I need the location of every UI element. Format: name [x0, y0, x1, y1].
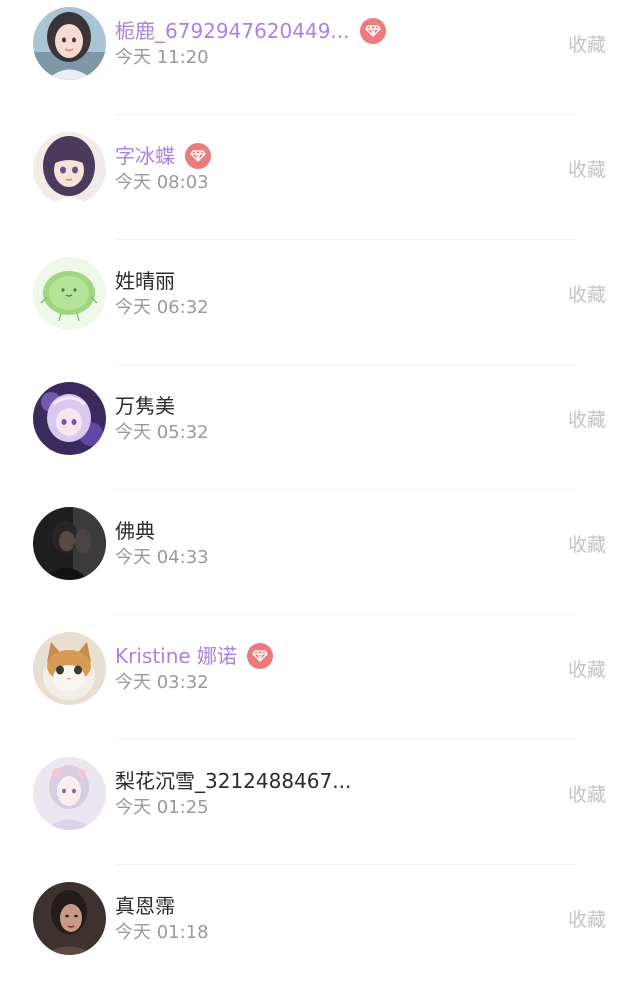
vip-diamond-icon [359, 18, 386, 44]
timestamp: 今天 08:03 [115, 172, 209, 193]
portrait-photo-avatar-icon [33, 882, 106, 955]
timestamp: 今天 03:32 [115, 672, 209, 693]
list-item[interactable]: 真恩霈 今天 01:18 收藏 [0, 875, 640, 1000]
divider [115, 239, 576, 240]
timestamp: 今天 01:18 [115, 922, 209, 943]
user-name[interactable]: 梨花沉雪_3212488467... [115, 767, 351, 795]
favorite-button[interactable]: 收藏 [568, 907, 606, 933]
list-item[interactable]: Kristine 娜诺 今天 03:32 收藏 [0, 625, 640, 750]
avatar[interactable] [33, 382, 106, 455]
divider [115, 739, 576, 740]
name-line: 字冰蝶 [115, 141, 211, 171]
purple-anime-avatar-icon [33, 382, 106, 455]
ancient-style-girl-avatar-icon [33, 757, 106, 830]
user-name[interactable]: Kristine 娜诺 [115, 642, 237, 670]
name-line: 真恩霈 [115, 891, 175, 921]
favorite-button[interactable]: 收藏 [568, 157, 606, 183]
divider [115, 489, 576, 490]
user-name[interactable]: 佛典 [115, 517, 155, 545]
avatar[interactable] [33, 132, 106, 205]
user-name[interactable]: 万隽美 [115, 392, 175, 420]
timestamp: 今天 11:20 [115, 47, 209, 68]
avatar[interactable] [33, 507, 106, 580]
timestamp: 今天 01:25 [115, 797, 209, 818]
avatar[interactable] [33, 257, 106, 330]
name-line: 万隽美 [115, 391, 175, 421]
name-line: 栀鹿_6792947620449... [115, 16, 386, 46]
favorite-button[interactable]: 收藏 [568, 282, 606, 308]
list-item[interactable]: 栀鹿_6792947620449... 今天 11:20 收藏 [0, 0, 640, 125]
anime-girl-avatar-icon [33, 7, 106, 80]
user-name[interactable]: 姓晴丽 [115, 267, 175, 295]
dark-photo-avatar-icon [33, 507, 106, 580]
name-line: 梨花沉雪_3212488467... [115, 766, 351, 796]
list-item[interactable]: 字冰蝶 今天 08:03 收藏 [0, 125, 640, 250]
name-line: Kristine 娜诺 [115, 641, 274, 671]
divider [115, 114, 576, 115]
list-item[interactable]: 梨花沉雪_3212488467... 今天 01:25 收藏 [0, 750, 640, 875]
avatar[interactable] [33, 7, 106, 80]
vip-diamond-icon [247, 643, 274, 669]
favorite-button[interactable]: 收藏 [568, 532, 606, 558]
list-item[interactable]: 佛典 今天 04:33 收藏 [0, 500, 640, 625]
user-name[interactable]: 字冰蝶 [115, 142, 175, 170]
list-item[interactable]: 万隽美 今天 05:32 收藏 [0, 375, 640, 500]
green-blob-avatar-icon [33, 257, 106, 330]
divider [115, 614, 576, 615]
favorite-button[interactable]: 收藏 [568, 782, 606, 808]
user-list: 栀鹿_6792947620449... 今天 11:20 收藏 字冰蝶 今天 0… [0, 0, 640, 966]
name-line: 佛典 [115, 516, 155, 546]
anime-girl-purple-hair-avatar-icon [33, 132, 106, 205]
user-name[interactable]: 真恩霈 [115, 892, 175, 920]
timestamp: 今天 04:33 [115, 547, 209, 568]
avatar[interactable] [33, 757, 106, 830]
avatar[interactable] [33, 882, 106, 955]
timestamp: 今天 05:32 [115, 422, 209, 443]
timestamp: 今天 06:32 [115, 297, 209, 318]
favorite-button[interactable]: 收藏 [568, 407, 606, 433]
divider [115, 864, 576, 865]
favorite-button[interactable]: 收藏 [568, 32, 606, 58]
user-name[interactable]: 栀鹿_6792947620449... [115, 17, 350, 45]
name-line: 姓晴丽 [115, 266, 175, 296]
divider [115, 364, 576, 365]
vip-diamond-icon [185, 143, 211, 169]
avatar[interactable] [33, 632, 106, 705]
cat-avatar-icon [33, 632, 106, 705]
list-item[interactable]: 姓晴丽 今天 06:32 收藏 [0, 250, 640, 375]
favorite-button[interactable]: 收藏 [568, 657, 606, 683]
